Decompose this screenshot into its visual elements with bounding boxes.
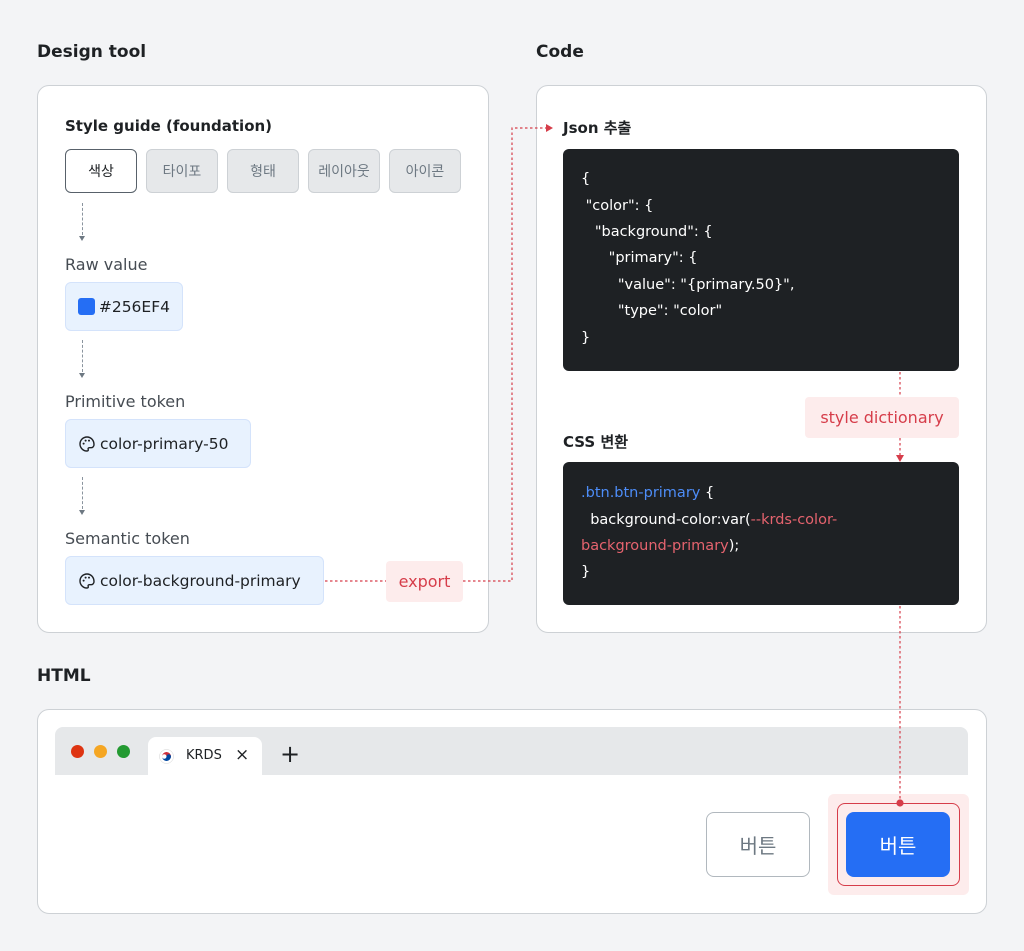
connector-lines [325, 124, 904, 807]
export-arrow-icon [546, 124, 553, 132]
style-dictionary-arrow-icon [896, 455, 904, 462]
export-connector [325, 127, 546, 582]
export-label: export [386, 561, 463, 602]
connector-end-dot [896, 799, 904, 807]
style-dictionary-label: style dictionary [805, 397, 959, 438]
